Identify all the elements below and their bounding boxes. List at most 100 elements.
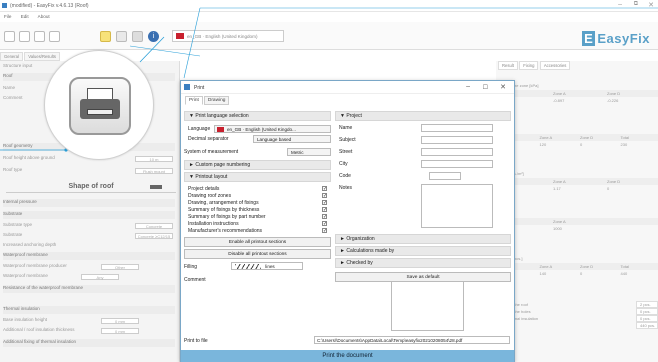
minimize-icon[interactable]: – — [618, 1, 622, 8]
cell: -0.226 — [607, 98, 619, 103]
results-section-density: fixings [pcs./m²] Zone BZone AZone D 3.1… — [496, 171, 658, 192]
project-city-input[interactable] — [421, 160, 493, 168]
minimize-icon[interactable]: – — [466, 83, 470, 90]
maximize-icon[interactable]: ⧉ — [634, 1, 638, 8]
brand-mark: E — [582, 31, 596, 46]
close-icon[interactable]: ✕ — [500, 83, 506, 91]
membrane-producer-label: Waterproof membrane producer — [3, 263, 67, 268]
col-header: Zone A — [539, 264, 553, 269]
substrate-type-select[interactable]: Concrete — [135, 223, 173, 229]
decimal-separator-select[interactable]: Language based — [253, 135, 331, 143]
print-icon-zoomed[interactable] — [69, 77, 131, 135]
base-insulation-field[interactable]: 0 mm — [101, 318, 139, 324]
arrangement-checkbox[interactable]: ✓ — [322, 200, 327, 206]
col-header: Zone D — [580, 135, 594, 140]
save-as-default-button[interactable]: Save as default — [335, 272, 511, 282]
flag-icon — [217, 127, 224, 132]
organization-section[interactable]: ► Organization — [335, 234, 511, 244]
dialog-tabs: Print Drawing — [185, 96, 230, 105]
tab-drawing[interactable]: Drawing — [203, 96, 230, 105]
print-language-section[interactable]: ▼ Print language selection — [184, 111, 331, 121]
membrane-resistance-section[interactable]: Resistance of the waterproof membrane — [3, 285, 175, 293]
comment-textarea[interactable] — [391, 275, 464, 331]
tab-fixing[interactable]: Fixing — [519, 61, 539, 70]
substrate-select[interactable]: Concrete ≥C12/15 — [135, 233, 173, 239]
language-select[interactable]: en_GB · English (United Kingdo... — [214, 125, 331, 133]
results-section-pressure: casing in the zone [kPa] Zone BZone AZon… — [496, 83, 658, 104]
close-icon[interactable]: ✕ — [648, 1, 654, 9]
tab-result[interactable]: Result — [498, 61, 518, 70]
roof-type-select[interactable]: Flush mount — [135, 168, 173, 174]
thermal-insulation-section[interactable]: Thermal insulation — [3, 306, 175, 314]
section-label: Checked by — [346, 260, 373, 266]
open-icon[interactable] — [19, 31, 30, 42]
project-code-input[interactable] — [429, 172, 461, 180]
project-subject-input[interactable] — [421, 136, 493, 144]
save-icon[interactable] — [34, 31, 45, 42]
project-subject-label: Subject — [339, 137, 356, 143]
project-details-checkbox[interactable]: ✓ — [322, 186, 327, 192]
col-header: Zone A — [553, 91, 566, 96]
project-name-input[interactable] — [421, 124, 493, 132]
new-icon[interactable] — [4, 31, 15, 42]
recommendations-checkbox[interactable]: ✓ — [322, 228, 327, 234]
info-icon[interactable]: i — [148, 31, 159, 42]
image-icon[interactable] — [116, 31, 127, 42]
filling-select[interactable]: lines — [231, 262, 303, 270]
summary-value: 2 pcs. — [636, 301, 658, 308]
membrane-producer-select[interactable]: Other — [101, 264, 139, 270]
print-icon[interactable] — [132, 31, 143, 42]
checked-by-section[interactable]: ► Checked by — [335, 258, 511, 268]
substrate-section[interactable]: Substrate — [3, 211, 175, 219]
tab-accessories[interactable]: Accessories — [539, 61, 571, 70]
section-title: fixings [pcs./m²] — [496, 171, 524, 176]
country-select[interactable]: en_GB · English (United Kingdom) — [172, 30, 284, 42]
roof-height-field[interactable]: 10 m — [135, 156, 173, 162]
item-summary-part: Summary of fixings by part number — [188, 214, 266, 220]
col-header: Zone A — [553, 179, 566, 184]
roof-zones-checkbox[interactable]: ✓ — [322, 193, 327, 199]
disable-all-button[interactable]: Disable all printout sections — [184, 249, 331, 259]
summary-part-checkbox[interactable]: ✓ — [322, 214, 327, 220]
installation-checkbox[interactable]: ✓ — [322, 221, 327, 227]
project-notes-textarea[interactable] — [421, 184, 493, 228]
comment-label: Comment — [184, 277, 206, 283]
menu-edit[interactable]: Edit — [21, 14, 29, 19]
dialog-titlebar: Print – ☐ ✕ — [181, 81, 514, 94]
tab-values[interactable]: Values/Results — [24, 52, 60, 61]
tab-print[interactable]: Print — [185, 96, 203, 105]
language-label: Language — [188, 126, 211, 132]
filling-value: lines — [265, 264, 275, 269]
menu-file[interactable]: File — [4, 14, 11, 19]
zoom-callout — [44, 50, 154, 160]
print-to-file-label: Print to file — [184, 338, 208, 344]
summary-thickness-checkbox[interactable]: ✓ — [322, 207, 327, 213]
enable-all-button[interactable]: Enable all printout sections — [184, 237, 331, 247]
maximize-icon[interactable]: ☐ — [483, 84, 488, 91]
cell: 1000 — [553, 226, 562, 231]
project-street-input[interactable] — [421, 148, 493, 156]
print-to-file-path[interactable]: C:\Users\\Documents\AppData\Local\Temp\e… — [314, 336, 510, 344]
brand-logo: E EasyFix — [582, 31, 650, 46]
section-label: Print language selection — [195, 113, 249, 119]
measurement-select[interactable]: Metric — [287, 148, 331, 156]
internal-pressure-section[interactable]: Internal pressure — [3, 199, 175, 207]
print-dialog: Print – ☐ ✕ Print Drawing ▼ Print languag… — [180, 80, 515, 362]
membrane-select[interactable]: Any — [81, 274, 119, 280]
waterproof-section[interactable]: Waterproof membrane — [3, 252, 175, 260]
tab-general[interactable]: General — [0, 52, 23, 61]
additional-insulation-field[interactable]: 0 mm — [101, 328, 139, 334]
printout-layout-section[interactable]: ▼ Printout layout — [184, 172, 331, 182]
flag-icon — [176, 33, 184, 39]
custom-page-numbering-section[interactable]: ► Custom page numbering — [184, 160, 331, 170]
project-section[interactable]: ▼ Project — [335, 111, 511, 121]
folder-icon[interactable] — [100, 31, 111, 42]
menu-about[interactable]: About — [38, 14, 50, 19]
calculations-section[interactable]: ► Calculations made by — [335, 246, 511, 256]
additional-fixing-section[interactable]: Additional fixing of thermal insulation — [3, 339, 175, 347]
print-document-button[interactable]: Print the document — [181, 350, 514, 362]
language-select-value: en_GB · English (United Kingdo... — [227, 127, 296, 132]
save-as-icon[interactable] — [49, 31, 60, 42]
item-project-details: Project details — [188, 186, 220, 192]
printer-tray — [87, 109, 113, 115]
